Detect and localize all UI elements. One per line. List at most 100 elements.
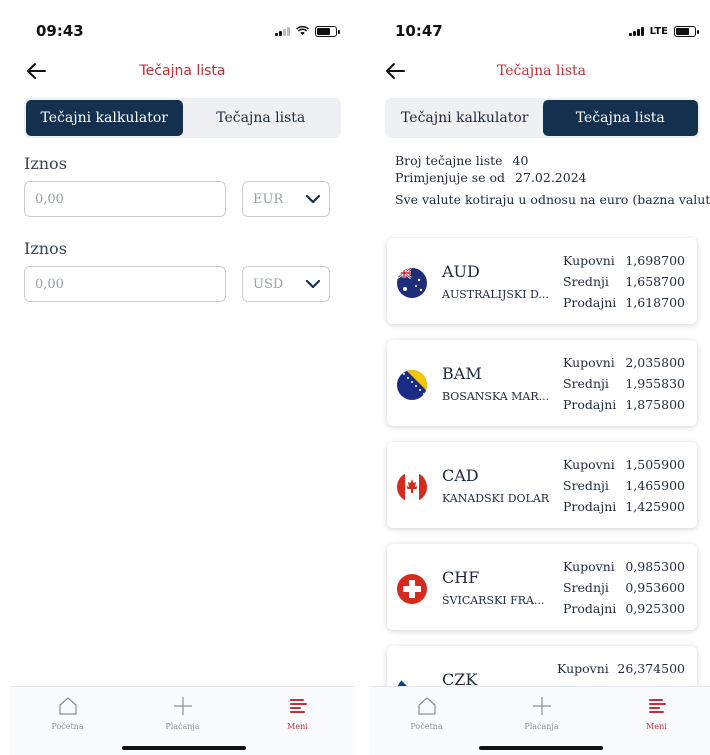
sell-rate: 1,618700	[625, 295, 685, 310]
bottom-nav: Početna Plaćanja Meni	[369, 686, 710, 755]
rates: Kupovni 1,505900 Srednji 1,465900 Prodajni…	[563, 454, 685, 517]
buy-label: Kupovni	[563, 559, 615, 574]
exchange-list-screen: 10:47 LTE Tečajna lista Tečajni kalkulat…	[369, 10, 710, 755]
back-arrow-icon[interactable]	[383, 60, 407, 82]
menu-icon	[289, 699, 307, 713]
status-icons	[275, 25, 340, 37]
battery-icon	[674, 25, 699, 37]
status-time: 10:47	[395, 22, 443, 40]
nav-menu-label: Meni	[646, 722, 667, 731]
amount-input-to[interactable]	[24, 266, 226, 302]
page-title: Tečajna lista	[139, 63, 226, 79]
currency-name: BOSANSKA MAR...	[442, 390, 550, 403]
nav-menu-label: Meni	[287, 722, 308, 731]
nav-payments[interactable]: Plaćanja	[484, 687, 599, 755]
list-number-label: Broj tečajne liste	[395, 153, 503, 168]
rates: Kupovni 26,374500	[557, 658, 685, 679]
buy-rate: 26,374500	[617, 661, 685, 676]
list-number-value: 40	[512, 153, 529, 168]
currency-code: CAD	[442, 466, 479, 485]
rates: Kupovni 1,698700 Srednji 1,658700 Prodajni…	[563, 250, 685, 313]
czech-flag-icon	[397, 676, 427, 686]
tab-exchange-list[interactable]: Tečajna lista	[542, 100, 698, 136]
currency-card-chf[interactable]: CHF ŠVICARSKI FRA... Kupovni 0,985300 Sre…	[387, 544, 697, 630]
nav-home-label: Početna	[410, 722, 443, 731]
amount-input-from[interactable]	[24, 181, 226, 217]
currency-card-cad[interactable]: CAD KANADSKI DOLAR Kupovni 1,505900 Sredn…	[387, 442, 697, 528]
nav-menu[interactable]: Meni	[240, 687, 355, 755]
mid-rate: 1,658700	[625, 274, 685, 289]
currency-card-aud[interactable]: AUD AUSTRALIJSKI D... Kupovni 1,698700 Sr…	[387, 238, 697, 324]
home-indicator	[122, 746, 246, 750]
mid-rate: 1,955830	[625, 376, 685, 391]
network-type: LTE	[649, 25, 668, 37]
switzerland-flag-icon	[397, 574, 427, 604]
calculator-screen: 09:43 Tečajna lista Tečajni kalkulator T…	[10, 10, 355, 755]
buy-rate: 0,985300	[625, 559, 685, 574]
status-time: 09:43	[36, 22, 84, 40]
bosnia-flag-icon	[397, 370, 427, 400]
amount-label: Iznos	[24, 154, 67, 173]
chevron-down-icon	[305, 279, 321, 289]
currency-name: ŠVICARSKI FRA...	[442, 594, 545, 607]
nav-payments-label: Plaćanja	[165, 722, 200, 731]
segmented-control: Tečajni kalkulator Tečajna lista	[385, 98, 700, 138]
amount-row-from: EUR	[24, 181, 341, 217]
buy-rate: 2,035800	[625, 355, 685, 370]
currency-card-czk[interactable]: CZK Kupovni 26,374500	[387, 646, 697, 686]
nav-payments-label: Plaćanja	[524, 722, 559, 731]
currency-code: CZK	[442, 670, 478, 686]
status-bar: 09:43	[10, 10, 355, 52]
list-info: Broj tečajne liste 40 Primjenjuje se od 27…	[395, 152, 710, 186]
tab-calculator[interactable]: Tečajni kalkulator	[387, 100, 543, 136]
plus-icon	[532, 697, 551, 715]
home-icon	[417, 697, 436, 715]
tab-exchange-list[interactable]: Tečajna lista	[183, 100, 340, 136]
currency-list: AUD AUSTRALIJSKI D... Kupovni 1,698700 Sr…	[369, 236, 710, 686]
wifi-icon	[296, 26, 309, 36]
nav-home-label: Početna	[51, 722, 84, 731]
sell-rate: 1,425900	[625, 499, 685, 514]
home-indicator	[479, 746, 603, 750]
valid-from-value: 27.02.2024	[515, 170, 587, 185]
rates: Kupovni 0,985300 Srednji 0,953600 Prodajni…	[563, 556, 685, 619]
buy-label: Kupovni	[557, 661, 609, 676]
chevron-down-icon	[305, 194, 321, 204]
sell-label: Prodajni	[563, 499, 617, 514]
currency-code: USD	[253, 276, 284, 292]
currency-code: EUR	[253, 191, 284, 207]
signal-icon	[628, 26, 644, 36]
currency-name: AUSTRALIJSKI D...	[442, 288, 549, 301]
status-bar: 10:47 LTE	[369, 10, 710, 52]
currency-select-from[interactable]: EUR	[242, 181, 330, 217]
signal-icon	[275, 26, 290, 36]
valid-from-label: Primjenjuje se od	[395, 170, 506, 185]
mid-label: Srednji	[563, 274, 609, 289]
menu-icon	[648, 699, 666, 713]
australia-flag-icon	[397, 268, 427, 298]
nav-home[interactable]: Početna	[10, 687, 125, 755]
currency-select-to[interactable]: USD	[242, 266, 330, 302]
buy-rate: 1,698700	[625, 253, 685, 268]
tab-calculator[interactable]: Tečajni kalkulator	[26, 100, 183, 136]
currency-code: AUD	[442, 262, 480, 281]
app-header: Tečajna lista	[369, 52, 710, 90]
currency-code: BAM	[442, 364, 482, 383]
page-title: Tečajna lista	[497, 63, 586, 79]
mid-rate: 0,953600	[625, 580, 685, 595]
buy-label: Kupovni	[563, 355, 615, 370]
currency-card-bam[interactable]: BAM BOSANSKA MAR... Kupovni 2,035800 Sred…	[387, 340, 697, 426]
segmented-control: Tečajni kalkulator Tečajna lista	[24, 98, 341, 138]
mid-label: Srednji	[563, 376, 609, 391]
rates: Kupovni 2,035800 Srednji 1,955830 Prodajni…	[563, 352, 685, 415]
sell-rate: 0,925300	[625, 601, 685, 616]
sell-label: Prodajni	[563, 601, 617, 616]
nav-payments[interactable]: Plaćanja	[125, 687, 240, 755]
nav-menu[interactable]: Meni	[599, 687, 710, 755]
amount-label: Iznos	[24, 239, 67, 258]
buy-label: Kupovni	[563, 457, 615, 472]
back-arrow-icon[interactable]	[24, 60, 48, 82]
status-icons: LTE	[628, 25, 699, 37]
nav-home[interactable]: Početna	[369, 687, 484, 755]
buy-rate: 1,505900	[625, 457, 685, 472]
